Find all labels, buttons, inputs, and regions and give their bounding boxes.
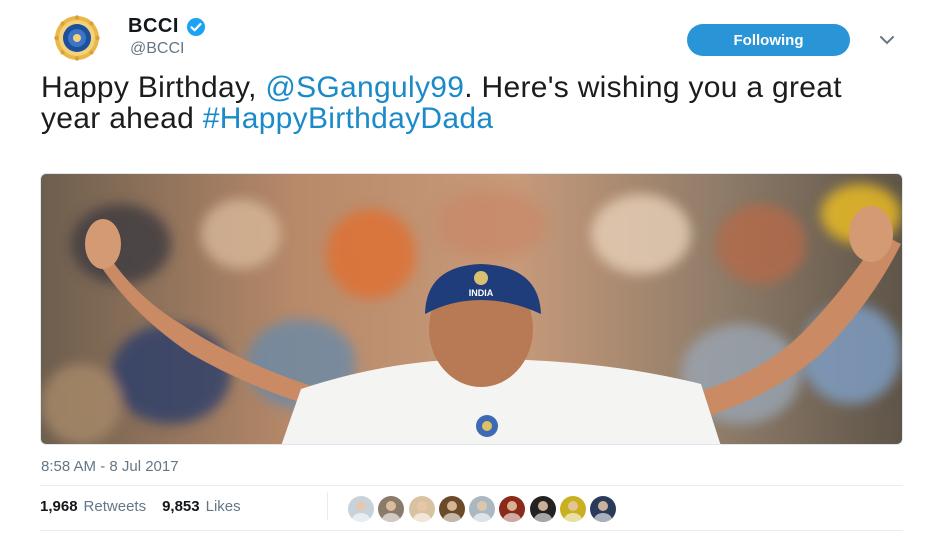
cricketer-photo[interactable]: INDIA <box>40 173 903 445</box>
liker-avatar-5[interactable] <box>469 496 496 522</box>
liker-avatar-1[interactable] <box>348 496 374 522</box>
likes-label[interactable]: Likes <box>206 498 241 515</box>
tweet-text: Happy Birthday, @SGanguly99. Here's wish… <box>41 72 901 134</box>
tweet-timestamp[interactable]: 8:58 AM - 8 Jul 2017 <box>41 458 179 475</box>
likers-avatars <box>348 496 621 522</box>
svg-text:INDIA: INDIA <box>469 288 494 298</box>
liker-avatar-8[interactable] <box>560 496 587 522</box>
retweets-label[interactable]: Retweets <box>84 498 147 515</box>
stats-bottom-divider <box>40 530 903 531</box>
account-handle[interactable]: @BCCI <box>130 40 184 58</box>
likes-count[interactable]: 9,853 <box>162 498 200 515</box>
liker-avatar-9[interactable] <box>590 496 617 522</box>
tweet-text-prefix: Happy Birthday, <box>41 71 266 104</box>
tweet-stats: 1,968 Retweets 9,853 Likes <box>40 498 241 515</box>
following-button[interactable]: Following <box>687 24 850 56</box>
liker-avatar-3[interactable] <box>408 496 435 522</box>
hashtag-link[interactable]: #HappyBirthdayDada <box>203 102 494 135</box>
mention-link[interactable]: @SGanguly99 <box>265 71 464 104</box>
liker-avatar-6[interactable] <box>499 496 526 522</box>
liker-avatar-2[interactable] <box>378 496 405 522</box>
bcci-crest-icon[interactable] <box>42 14 112 62</box>
stats-separator <box>327 492 328 520</box>
tweet-header: BCCI @BCCI Following <box>0 0 952 68</box>
chevron-down-icon[interactable] <box>878 33 896 47</box>
verified-badge-icon <box>186 17 206 37</box>
account-name[interactable]: BCCI <box>128 15 179 38</box>
liker-avatar-7[interactable] <box>529 496 556 522</box>
stats-top-divider <box>40 485 903 486</box>
account-name-row[interactable]: BCCI <box>128 15 206 38</box>
liker-avatar-4[interactable] <box>438 496 465 522</box>
retweets-count[interactable]: 1,968 <box>40 498 78 515</box>
